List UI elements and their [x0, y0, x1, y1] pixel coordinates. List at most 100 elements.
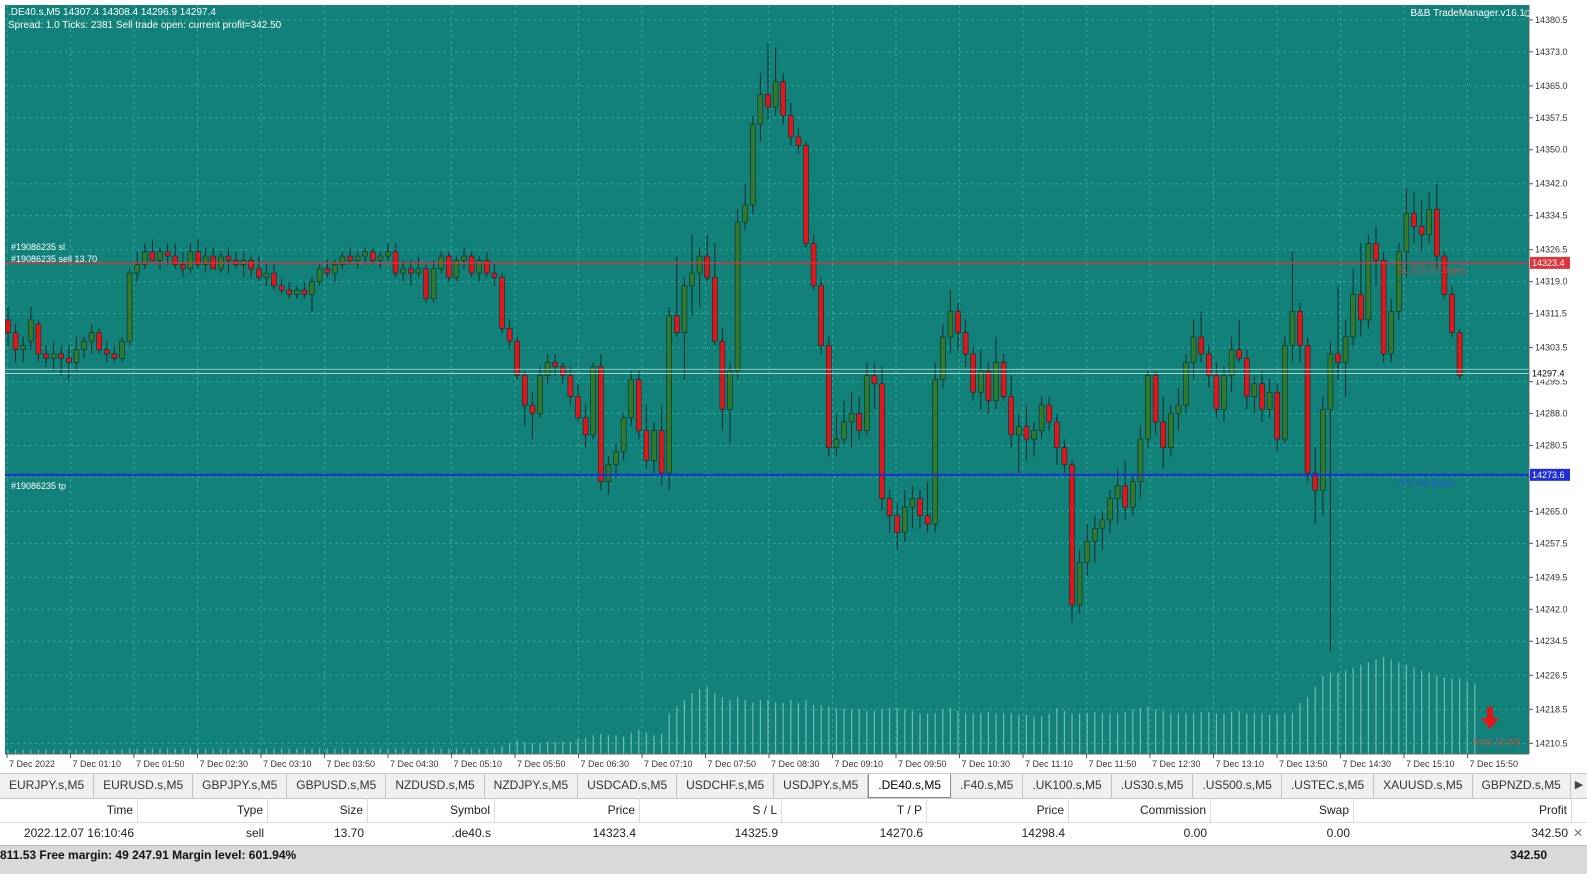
- tab-gbpnzd-s-m5[interactable]: GBPNZD.s,M5: [1473, 774, 1571, 798]
- candle-body-bull: [415, 268, 422, 274]
- col-header-symbol[interactable]: Symbol: [368, 799, 495, 822]
- y-tick-label: 14350.0: [1535, 145, 1568, 155]
- candle-body-bear: [1206, 353, 1212, 376]
- y-tick-label: 14288.0: [1535, 409, 1568, 419]
- x-tick-label: 7 Dec 07:10: [644, 759, 693, 769]
- candle-body-bull: [263, 272, 270, 278]
- col-header-size[interactable]: Size: [268, 799, 368, 822]
- candle-body-bull: [932, 379, 939, 525]
- chevron-right-icon[interactable]: ▶: [1571, 774, 1587, 798]
- candle-body-bear: [445, 255, 452, 278]
- tab-xauusd-s-m5[interactable]: XAUUSD.s,M5: [1374, 774, 1473, 798]
- candle-body-bull: [772, 81, 779, 108]
- candle-body-bull: [620, 417, 627, 453]
- candle-body-bull: [1038, 404, 1045, 431]
- candle-body-bull: [1388, 311, 1394, 355]
- col-header-stop-loss[interactable]: S / L: [640, 799, 782, 822]
- chart-canvas[interactable]: 14380.5 14373.0 14365.0 14357.5 14350.0 14342…: [0, 0, 1587, 773]
- candle-body-bull: [187, 251, 194, 270]
- bar-timer-note: 0min 10.00): [1473, 737, 1521, 747]
- candle-body-bull: [1175, 404, 1182, 414]
- cell-symbol: .de40.s: [451, 826, 491, 840]
- col-header-current-price[interactable]: Price: [927, 799, 1069, 822]
- candle-body-bull: [50, 353, 57, 359]
- tab-usdcad-s-m5[interactable]: USDCAD.s,M5: [578, 774, 678, 798]
- candle-body-bear: [765, 94, 771, 108]
- y-tick-label: 14234.5: [1535, 636, 1568, 646]
- close-icon[interactable]: ✕: [1573, 822, 1583, 845]
- x-tick-label: 7 Dec 14:30: [1343, 759, 1392, 769]
- tab-us30-s-m5[interactable]: .US30.s,M5: [1112, 774, 1194, 798]
- candle-body-bull: [316, 268, 323, 282]
- col-header-take-profit[interactable]: T / P: [782, 799, 927, 822]
- x-tick-label: 7 Dec 03:50: [327, 759, 376, 769]
- candle-body-bull: [157, 251, 163, 261]
- candle-body-bear: [704, 255, 711, 278]
- candle-body-bear: [1122, 485, 1128, 508]
- candle-body-bull: [977, 370, 984, 393]
- candle-body-bear: [1434, 208, 1440, 257]
- candle-body-bull: [947, 311, 954, 338]
- sell-price-tag: 14323.4: [1532, 258, 1565, 268]
- expert-advisor-label[interactable]: B&B TradeManager.v16.1: [1410, 8, 1525, 19]
- tab-nzdjpy-s-m5[interactable]: NZDJPY.s,M5: [485, 774, 579, 798]
- tab-gbpjpy-s-m5[interactable]: GBPJPY.s,M5: [193, 774, 288, 798]
- y-tick-label: 14210.5: [1535, 738, 1568, 748]
- x-tick-label: 7 Dec 04:30: [390, 759, 439, 769]
- candle-body-bear: [795, 136, 802, 146]
- tab-eurusd-s-m5[interactable]: EURUSD.s,M5: [94, 774, 194, 798]
- candle-body-bear: [301, 289, 308, 295]
- candle-body-bull: [689, 272, 695, 287]
- candle-body-bull: [901, 506, 908, 534]
- tab-nzdusd-s-m5[interactable]: NZDUSD.s,M5: [386, 774, 485, 798]
- candle-body-bull: [537, 374, 543, 414]
- table-row[interactable]: ✕ 2022.12.07 16:10:46 sell 13.70 .de40.s 143…: [0, 822, 1587, 845]
- candle-body-bull: [126, 272, 133, 342]
- tab-gbpusd-s-m5[interactable]: GBPUSD.s,M5: [287, 774, 387, 798]
- col-header-open-price[interactable]: Price: [495, 799, 640, 822]
- tab-ustec-s-m5[interactable]: .USTEC.s,M5: [1282, 774, 1375, 798]
- spread-ticks-info: Spread: 1.0 Ticks: 2381 Sell trade open:…: [8, 20, 282, 31]
- candle-body-bear: [506, 328, 513, 342]
- cell-profit: 342.50: [1531, 826, 1568, 840]
- candle-body-bear: [1411, 213, 1417, 227]
- y-tick-label: 14280.5: [1535, 440, 1568, 450]
- x-tick-label: 7 Dec 01:10: [73, 759, 122, 769]
- candle-body-bull: [939, 336, 946, 380]
- tab-de40-s-m5[interactable]: .DE40.s,M5: [868, 774, 951, 798]
- col-header-commission[interactable]: Commission: [1069, 799, 1211, 822]
- candle-body-bear: [111, 353, 118, 359]
- tab-us500-s-m5[interactable]: .US500.s,M5: [1193, 774, 1282, 798]
- candle-body-bear: [635, 379, 642, 431]
- candle-body-bear: [559, 366, 566, 376]
- tab-eurjpy-s-m5[interactable]: EURJPY.s,M5: [0, 774, 95, 798]
- y-tick-label: 14357.5: [1535, 113, 1568, 123]
- col-header-type[interactable]: Type: [138, 799, 268, 822]
- x-tick-label: 7 Dec 15:50: [1470, 759, 1519, 769]
- tab-usdjpy-s-m5[interactable]: USDJPY.s,M5: [774, 774, 869, 798]
- x-tick-label: 7 Dec 2022: [9, 759, 55, 769]
- candle-body-bear: [787, 115, 794, 138]
- candle-body-bear: [1198, 336, 1204, 355]
- trade-table: Time Type Size Symbol Price S / LT / P Price Co…: [0, 799, 1587, 845]
- candle-body-bear: [180, 264, 186, 270]
- col-header-profit[interactable]: Profit: [1354, 799, 1572, 822]
- tab-f40-s-m5[interactable]: .F40.s,M5: [951, 774, 1024, 798]
- y-tick-label: 14257.5: [1535, 538, 1568, 548]
- candle-body-bear: [96, 332, 102, 351]
- y-tick-label: 14334.5: [1535, 211, 1568, 221]
- x-tick-label: 7 Dec 11:10: [1025, 759, 1073, 769]
- price-chart[interactable]: 14380.5 14373.0 14365.0 14357.5 14350.0 14342…: [0, 0, 1587, 773]
- col-header-time[interactable]: Time: [0, 799, 138, 822]
- tab-usdchf-s-m5[interactable]: USDCHF.s,M5: [677, 774, 775, 798]
- col-header-swap[interactable]: Swap: [1211, 799, 1354, 822]
- candle-body-bear: [719, 340, 726, 410]
- candle-body-bull: [331, 264, 338, 274]
- candle-body-bull: [27, 319, 34, 342]
- tab-uk100-s-m5[interactable]: .UK100.s,M5: [1023, 774, 1112, 798]
- candle-body-bear: [962, 332, 969, 355]
- candle-body-bull: [1114, 485, 1121, 499]
- candle-body-bull: [1426, 208, 1432, 236]
- x-tick-label: 7 Dec 05:50: [517, 759, 566, 769]
- candle-body-bull: [1251, 383, 1258, 397]
